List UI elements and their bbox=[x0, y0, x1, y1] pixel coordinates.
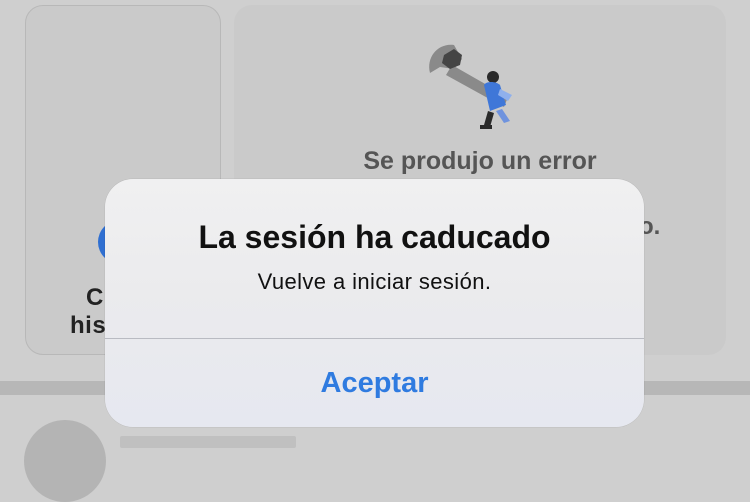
history-card-title-line2: his bbox=[70, 312, 107, 339]
alert-message: Vuelve a iniciar sesión. bbox=[257, 269, 492, 294]
error-title: Se produjo un error bbox=[363, 147, 597, 175]
accept-button[interactable]: Aceptar bbox=[105, 339, 644, 427]
wrench-with-worker-icon bbox=[429, 44, 512, 129]
text-placeholder bbox=[120, 436, 296, 448]
history-card-title-line1: C bbox=[86, 284, 104, 311]
alert-title: La sesión ha caducado bbox=[198, 219, 551, 255]
session-expired-alert: La sesión ha caducado Vuelve a iniciar s… bbox=[105, 179, 644, 427]
avatar-placeholder bbox=[24, 420, 106, 502]
